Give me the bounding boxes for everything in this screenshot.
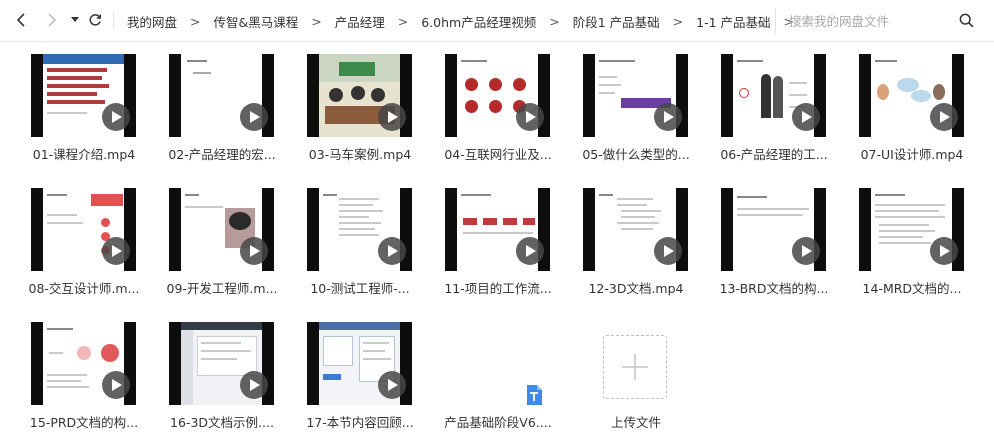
video-thumbnail [307, 54, 412, 137]
video-thumbnail [859, 54, 964, 137]
breadcrumb-item[interactable]: 6.0hm产品经理视频 [421, 12, 536, 31]
breadcrumb-item[interactable]: 我的网盘 [127, 12, 177, 31]
file-tile[interactable]: 03-马车案例.mp4 [276, 42, 414, 168]
video-thumbnail [31, 188, 136, 271]
file-tile[interactable]: 16-3D文档示例.... [138, 310, 276, 436]
play-icon [654, 237, 682, 265]
file-tile[interactable]: 产品基础阶段V6.... [414, 310, 552, 436]
file-name: 07-UI设计师.mp4 [860, 147, 964, 162]
play-icon [102, 371, 130, 399]
file-tile[interactable]: 04-互联网行业及... [414, 42, 552, 168]
breadcrumb-item[interactable]: 产品经理 [335, 12, 385, 31]
play-icon [240, 103, 268, 131]
file-tile[interactable]: 08-交互设计师.m... [0, 176, 140, 302]
file-tile[interactable]: 05-做什么类型的... [552, 42, 690, 168]
video-thumbnail [445, 188, 550, 271]
file-tile[interactable]: 14-MRD文档的... [828, 176, 966, 302]
file-grid: 01-课程介绍.mp4 02-产品经理的宏... 03-马车案例.mp4 04-… [0, 42, 994, 440]
play-icon [792, 103, 820, 131]
breadcrumb-item[interactable]: 阶段1 产品基础 [573, 12, 660, 31]
video-thumbnail [169, 188, 274, 271]
file-tile[interactable]: 10-测试工程师-... [276, 176, 414, 302]
search-box [775, 8, 980, 34]
refresh-button[interactable] [84, 9, 106, 31]
play-icon [516, 237, 544, 265]
play-icon [654, 103, 682, 131]
play-icon [102, 103, 130, 131]
file-tile[interactable]: 02-产品经理的宏... [138, 42, 276, 168]
video-thumbnail [169, 322, 274, 405]
file-tile[interactable]: 13-BRD文档的构... [690, 176, 828, 302]
play-icon [930, 103, 958, 131]
play-icon [240, 371, 268, 399]
upload-label: 上传文件 [610, 415, 661, 430]
video-thumbnail [307, 188, 412, 271]
breadcrumb-item[interactable]: 1-1 产品基础 [696, 12, 770, 31]
video-thumbnail [721, 54, 826, 137]
back-button[interactable] [11, 9, 33, 31]
video-thumbnail [583, 54, 688, 137]
search-icon[interactable] [959, 13, 974, 28]
video-thumbnail [583, 188, 688, 271]
play-icon [378, 237, 406, 265]
play-icon [516, 103, 544, 131]
file-name: 14-MRD文档的... [862, 281, 962, 296]
breadcrumb: 我的网盘 > 传智&黑马课程 > 产品经理 > 6.0hm产品经理视频 > 阶段… [127, 12, 807, 30]
video-thumbnail [31, 54, 136, 137]
document-icon [527, 385, 542, 405]
breadcrumb-separator: > [397, 13, 409, 29]
play-icon [378, 103, 406, 131]
video-thumbnail [721, 188, 826, 271]
play-icon [378, 371, 406, 399]
file-tile[interactable]: 07-UI设计师.mp4 [828, 42, 966, 168]
history-dropdown-button[interactable] [64, 9, 86, 31]
file-tile[interactable]: 01-课程介绍.mp4 [0, 42, 138, 168]
upload-tile[interactable]: 上传文件 [552, 310, 690, 436]
video-thumbnail [445, 54, 550, 137]
play-icon [930, 237, 958, 265]
chevron-right-icon [48, 13, 57, 27]
video-thumbnail [31, 322, 136, 405]
plus-icon [622, 354, 648, 380]
file-tile[interactable]: 15-PRD文档的构... [0, 310, 138, 436]
breadcrumb-separator: > [672, 13, 684, 29]
video-thumbnail [307, 322, 412, 405]
toolbar: 我的网盘 > 传智&黑马课程 > 产品经理 > 6.0hm产品经理视频 > 阶段… [0, 0, 994, 42]
breadcrumb-separator: > [549, 13, 560, 29]
breadcrumb-item[interactable]: 传智&黑马课程 [214, 12, 299, 31]
chevron-left-icon [16, 13, 25, 27]
video-thumbnail [859, 188, 964, 271]
file-tile[interactable]: 12-3D文档.mp4 [552, 176, 690, 302]
upload-button[interactable] [603, 335, 667, 399]
file-tile[interactable]: 06-产品经理的工... [690, 42, 828, 168]
play-icon [240, 237, 268, 265]
caret-down-icon [71, 17, 79, 22]
toolbar-divider [113, 12, 114, 30]
breadcrumb-separator: > [190, 13, 201, 29]
search-input[interactable] [789, 11, 949, 31]
play-icon [102, 237, 130, 265]
refresh-icon [89, 14, 102, 26]
file-tile[interactable]: 11-项目的工作流... [414, 176, 552, 302]
breadcrumb-separator: > [311, 13, 322, 29]
forward-button[interactable] [40, 9, 62, 31]
video-thumbnail [169, 54, 274, 137]
file-tile[interactable]: 17-本节内容回顾... [276, 310, 414, 436]
play-icon [792, 237, 820, 265]
file-tile[interactable]: 09-开发工程师.m... [138, 176, 278, 302]
